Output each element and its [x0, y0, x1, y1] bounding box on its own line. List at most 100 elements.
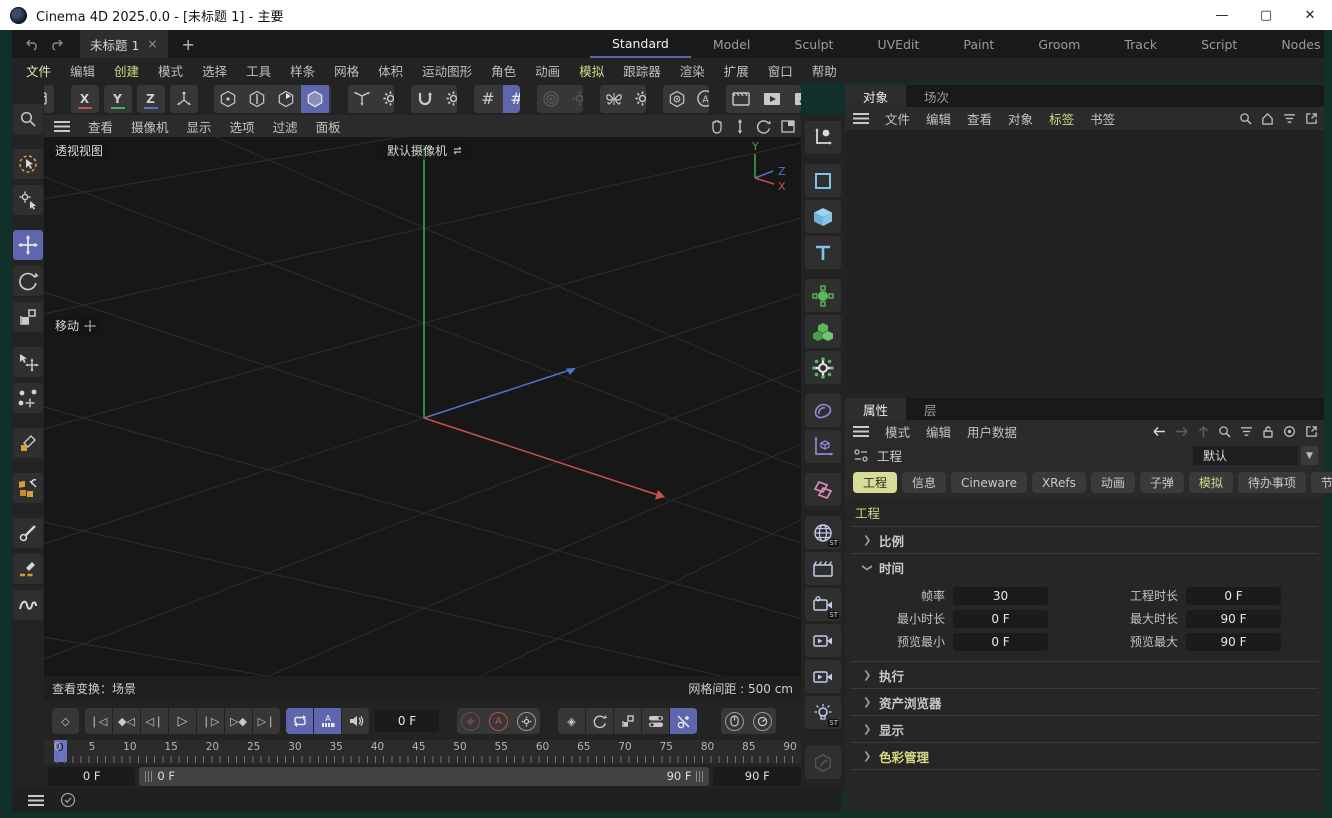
sound-toggle-button[interactable] — [342, 708, 369, 734]
knife-tool[interactable] — [13, 518, 43, 548]
modeling-cubes-tool[interactable] — [13, 473, 43, 503]
go-to-start-button[interactable]: ❘◁ — [85, 708, 112, 734]
chip-cineware[interactable]: Cineware — [951, 472, 1027, 493]
redo-icon[interactable] — [44, 33, 68, 55]
camera-name-label[interactable]: 默认摄像机 — [382, 141, 470, 160]
camera-swap-icon[interactable] — [452, 145, 465, 156]
layout-tab-groom[interactable]: Groom — [1016, 30, 1102, 58]
guides-settings-gear-icon[interactable] — [566, 85, 583, 113]
menu-edit[interactable]: 编辑 — [70, 61, 95, 80]
minimize-button[interactable]: — — [1200, 0, 1244, 30]
om-menu-edit[interactable]: 编辑 — [926, 109, 951, 128]
layout-tab-uvedit[interactable]: UVEdit — [855, 30, 941, 58]
spline-rectangle-button[interactable] — [805, 164, 841, 197]
project-duration-field[interactable]: 0 F — [1186, 587, 1281, 605]
section-execute[interactable]: ❯ 执行 — [845, 662, 1324, 688]
key-scale-button[interactable] — [614, 708, 641, 734]
new-tab-button[interactable]: + — [182, 35, 195, 54]
preview-min-field[interactable]: 0 F — [953, 633, 1048, 651]
close-button[interactable]: ✕ — [1288, 0, 1332, 30]
points-mode-button[interactable] — [214, 85, 242, 113]
om-home-icon[interactable] — [1261, 112, 1274, 125]
text-object-button[interactable] — [805, 236, 841, 269]
coordinate-system-button[interactable] — [170, 85, 198, 113]
menu-create[interactable]: 创建 — [114, 61, 139, 80]
previous-frame-button[interactable]: ◁❘ — [141, 708, 168, 734]
tab-takes[interactable]: 场次 — [906, 85, 967, 107]
chevron-right-icon[interactable]: ❯ — [863, 697, 871, 708]
om-menu-tags[interactable]: 标签 — [1049, 109, 1074, 128]
key-pla-button[interactable] — [670, 708, 697, 734]
section-time[interactable]: ❯ 时间 — [845, 554, 1324, 580]
attr-track-icon[interactable] — [1283, 425, 1296, 438]
enable-axis-button[interactable] — [348, 85, 376, 113]
select-move-tool[interactable] — [13, 347, 43, 377]
chip-project[interactable]: 工程 — [853, 472, 897, 493]
model-mode-button[interactable] — [301, 85, 329, 113]
menu-tools[interactable]: 工具 — [246, 61, 271, 80]
section-asset-browser[interactable]: ❯ 资产浏览器 — [845, 689, 1324, 715]
document-tab[interactable]: 未标题 1 × — [80, 30, 168, 58]
menu-volume[interactable]: 体积 — [378, 61, 403, 80]
key-rotation-button[interactable] — [586, 708, 613, 734]
deformer-button[interactable] — [805, 394, 841, 427]
menu-mode[interactable]: 模式 — [158, 61, 183, 80]
orbit-icon[interactable] — [756, 119, 771, 134]
workplane-grid-button[interactable]: # — [474, 85, 502, 113]
vp-menu-options[interactable]: 选项 — [230, 117, 255, 136]
attr-menu-mode[interactable]: 模式 — [885, 422, 910, 441]
vp-menu-camera[interactable]: 摄像机 — [131, 117, 169, 136]
lock-z-axis-button[interactable]: Z — [137, 85, 165, 113]
rotate-tool[interactable] — [13, 266, 43, 296]
light-object-button[interactable]: ST — [805, 696, 841, 729]
om-hamburger-icon[interactable] — [853, 113, 869, 124]
vp-menu-panel[interactable]: 面板 — [316, 117, 341, 136]
keyframe-settings-button[interactable] — [513, 708, 540, 734]
tab-attributes[interactable]: 属性 — [845, 398, 906, 420]
cube-primitive-button[interactable] — [805, 200, 841, 233]
tab-close-icon[interactable]: × — [147, 37, 157, 51]
previous-key-button[interactable]: ◆◁ — [113, 708, 140, 734]
chevron-right-icon[interactable]: ❯ — [863, 751, 871, 762]
autokey-button[interactable]: A — [485, 708, 512, 734]
chip-simulation[interactable]: 模拟 — [1189, 472, 1233, 493]
layout-tab-standard[interactable]: Standard — [590, 30, 691, 58]
layout-tab-track[interactable]: Track — [1102, 30, 1179, 58]
next-key-button[interactable]: ▷◆ — [225, 708, 252, 734]
om-filter-icon[interactable] — [1283, 113, 1296, 124]
chevron-down-icon[interactable]: ❯ — [862, 563, 873, 571]
mouse-input-button[interactable] — [721, 708, 748, 734]
render-view-button[interactable] — [726, 85, 756, 113]
timeline-ruler[interactable]: 0 051015202530354045505560657075808590 — [44, 740, 801, 764]
pan-hand-icon[interactable] — [710, 119, 724, 134]
vp-menu-filter[interactable]: 过滤 — [273, 117, 298, 136]
layout-tab-paint[interactable]: Paint — [941, 30, 1016, 58]
status-hamburger-icon[interactable] — [28, 795, 44, 806]
chip-info[interactable]: 信息 — [902, 472, 946, 493]
preset-dropdown[interactable]: 默认 — [1193, 446, 1298, 465]
live-selection-tool[interactable] — [13, 149, 43, 179]
object-list-area[interactable] — [845, 130, 1324, 398]
scale-tool[interactable] — [13, 302, 43, 332]
points-move-tool[interactable] — [13, 383, 43, 413]
key-parameters-button[interactable] — [642, 708, 669, 734]
fps-field[interactable]: 30 — [953, 587, 1048, 605]
layout-tab-sculpt[interactable]: Sculpt — [772, 30, 855, 58]
spline-pen-tool[interactable] — [13, 428, 43, 458]
toggle-view-icon[interactable] — [781, 120, 795, 133]
attr-forward-icon[interactable] — [1175, 426, 1189, 437]
spline-pen-create-button[interactable] — [805, 121, 841, 154]
section-display[interactable]: ❯ 显示 — [845, 716, 1324, 742]
motion-camera-button[interactable] — [805, 624, 841, 657]
lock-y-axis-button[interactable]: Y — [104, 85, 132, 113]
sky-object-button[interactable]: ST — [805, 516, 841, 549]
vp-menu-display[interactable]: 显示 — [187, 117, 212, 136]
volume-builder-button[interactable] — [805, 315, 841, 348]
snap-settings-gear-icon[interactable] — [440, 85, 457, 113]
chip-todo[interactable]: 待办事项 — [1238, 472, 1306, 493]
dynamic-guides-icon[interactable] — [537, 85, 565, 113]
material-edit-button-disabled[interactable] — [805, 746, 841, 779]
spline-smooth-tool[interactable] — [13, 590, 43, 620]
range-left-grip[interactable] — [145, 771, 152, 782]
range-right-grip[interactable] — [696, 771, 703, 782]
